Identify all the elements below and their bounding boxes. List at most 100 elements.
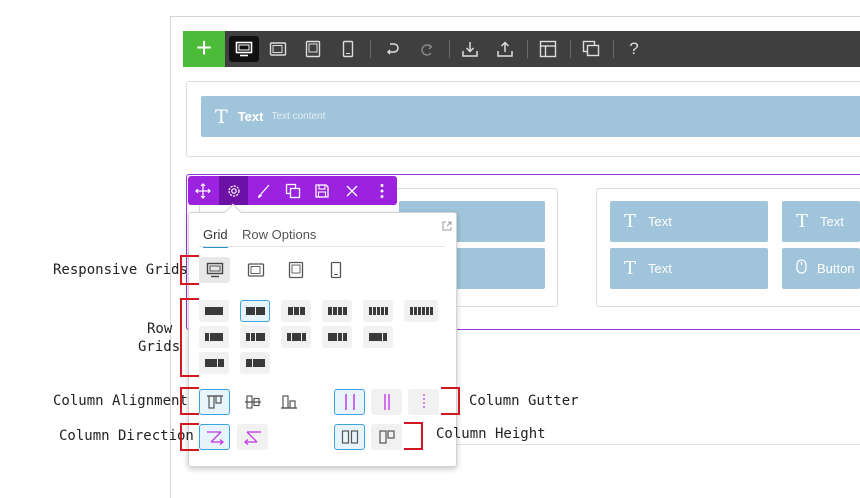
grid-1-3-option[interactable] — [199, 326, 229, 348]
align-top-icon — [206, 395, 223, 409]
redo-icon — [421, 44, 433, 56]
open-external-icon[interactable] — [442, 218, 452, 236]
grid-layout-icon — [409, 307, 433, 315]
tab-grid[interactable]: Grid — [203, 227, 228, 248]
annotation-column-gutter: Column Gutter — [469, 393, 579, 409]
gutter-none-icon — [422, 394, 425, 410]
help-button[interactable]: ? — [617, 31, 651, 67]
height-auto-icon — [378, 430, 395, 444]
text-type-icon: T — [624, 258, 637, 279]
grid-layout-icon — [205, 307, 223, 315]
tab-row-options[interactable]: Row Options — [242, 227, 316, 246]
save-row-button[interactable] — [307, 176, 336, 205]
grid-2-1-option[interactable] — [199, 352, 229, 374]
cell-label: Button — [817, 261, 855, 276]
gutter-narrow-option[interactable] — [371, 389, 402, 415]
tab-underline — [199, 246, 445, 247]
responsive-desktop-option[interactable] — [199, 257, 230, 283]
direction-ltr-icon — [206, 431, 224, 445]
grid-layout-icon — [287, 307, 305, 315]
duplicate-button[interactable] — [574, 31, 608, 67]
text-element[interactable]: T Text — [782, 201, 860, 242]
toolbar-divider — [613, 40, 614, 58]
height-equal-icon — [341, 430, 358, 444]
grid-1-2-1-option[interactable] — [281, 326, 311, 348]
annotation-row-grids-1: Row — [147, 321, 173, 337]
annotation-bracket — [180, 423, 199, 451]
desktop-view-button[interactable] — [229, 36, 259, 62]
layout-button[interactable] — [531, 31, 565, 67]
tablet-landscape-icon — [247, 263, 264, 277]
cell-label: Text — [648, 214, 672, 229]
gutter-wide-option[interactable] — [334, 389, 365, 415]
upload-icon — [497, 41, 513, 57]
responsive-tablet-option[interactable] — [280, 257, 311, 283]
mobile-icon — [342, 40, 354, 58]
grid-2-col-option[interactable] — [240, 300, 270, 322]
annotation-column-direction: Column Direction — [59, 428, 194, 444]
more-vertical-icon — [380, 183, 383, 198]
toolbar-divider — [370, 40, 371, 58]
download-icon — [462, 42, 478, 57]
grid-1-col-option[interactable] — [199, 300, 229, 322]
tablet-view-button[interactable] — [296, 31, 330, 67]
align-bottom-icon — [280, 395, 297, 409]
gutter-wide-icon — [344, 394, 355, 410]
grid-1-1-2-option[interactable] — [240, 326, 270, 348]
redo-button[interactable] — [410, 31, 444, 67]
add-element-button[interactable]: + — [183, 31, 225, 67]
export-button[interactable] — [488, 31, 522, 67]
grid-3-1-option[interactable] — [363, 326, 393, 348]
button-element[interactable]: Button — [782, 248, 860, 289]
tablet-landscape-icon — [269, 42, 287, 56]
gutter-none-option[interactable] — [408, 389, 439, 415]
tablet-icon — [305, 40, 321, 58]
delete-row-button[interactable] — [337, 176, 366, 205]
move-row-button[interactable] — [188, 176, 217, 205]
row-style-button[interactable] — [249, 176, 278, 205]
mouse-icon — [796, 259, 807, 278]
align-middle-option[interactable] — [237, 389, 268, 415]
mobile-view-button[interactable] — [331, 31, 365, 67]
direction-ltr-option[interactable] — [199, 424, 230, 450]
responsive-mobile-option[interactable] — [320, 257, 351, 283]
text-type-icon: T — [796, 211, 809, 232]
annotation-bracket — [180, 298, 199, 377]
grid-3-col-option[interactable] — [281, 300, 311, 322]
layout-icon — [539, 40, 557, 58]
copy-icon — [582, 40, 600, 57]
annotation-responsive-grids: Responsive Grids — [53, 262, 188, 278]
text-element[interactable]: T Text Text content — [201, 96, 860, 137]
grid-5-col-option[interactable] — [363, 300, 393, 322]
annotation-column-alignment: Column Alignment — [53, 393, 188, 409]
annotation-bracket — [180, 387, 199, 415]
annotation-column-height: Column Height — [436, 426, 546, 442]
direction-rtl-option[interactable] — [237, 424, 268, 450]
undo-icon — [386, 43, 399, 55]
copy-icon — [285, 183, 300, 198]
text-element[interactable]: T Text — [610, 201, 768, 242]
more-options-button[interactable] — [367, 176, 396, 205]
align-bottom-option[interactable] — [273, 389, 304, 415]
toolbar-divider — [570, 40, 571, 58]
grid-6-col-option[interactable] — [404, 300, 438, 322]
text-element[interactable]: T Text — [610, 248, 768, 289]
import-button[interactable] — [453, 31, 487, 67]
height-auto-option[interactable] — [371, 424, 402, 450]
undo-button[interactable] — [375, 31, 409, 67]
laptop-view-button[interactable] — [261, 31, 295, 67]
align-top-option[interactable] — [199, 389, 230, 415]
height-equal-option[interactable] — [334, 424, 365, 450]
grid-layout-icon — [286, 333, 306, 341]
row-settings-button[interactable] — [219, 176, 248, 205]
cell-label: Text — [648, 261, 672, 276]
responsive-laptop-option[interactable] — [240, 257, 271, 283]
duplicate-row-button[interactable] — [278, 176, 307, 205]
brush-icon — [257, 184, 269, 198]
annotation-bracket — [441, 387, 460, 415]
gutter-narrow-icon — [383, 394, 390, 410]
grid-4-col-option[interactable] — [322, 300, 352, 322]
desktop-icon — [235, 41, 253, 57]
grid-2-1-1-option[interactable] — [322, 326, 352, 348]
grid-1-2-option[interactable] — [240, 352, 270, 374]
